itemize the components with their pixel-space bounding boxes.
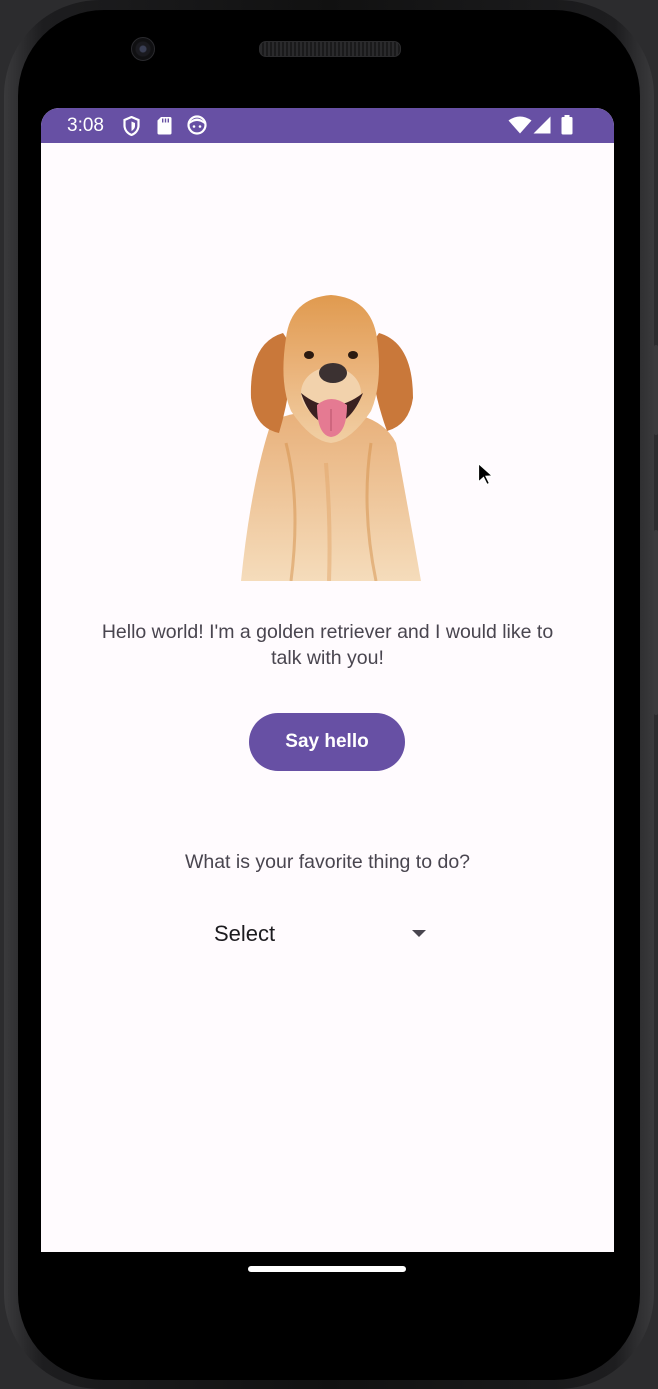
home-gesture-bar[interactable] bbox=[248, 1266, 406, 1272]
favorite-activity-select[interactable]: Select bbox=[201, 913, 441, 955]
main-content: Hello world! I'm a golden retriever and … bbox=[41, 143, 614, 1252]
volume-button bbox=[654, 345, 658, 435]
sd-card-icon bbox=[157, 116, 172, 140]
say-hello-button[interactable]: Say hello bbox=[249, 713, 405, 771]
earpiece-speaker bbox=[259, 41, 401, 57]
front-camera bbox=[131, 37, 155, 61]
golden-retriever-image bbox=[231, 293, 431, 582]
battery-icon bbox=[561, 115, 573, 140]
shield-icon bbox=[123, 115, 140, 141]
status-bar: 3:08 bbox=[41, 108, 614, 143]
power-button bbox=[654, 530, 658, 715]
face-icon bbox=[187, 115, 207, 140]
dropdown-arrow-icon bbox=[412, 930, 426, 937]
intro-text: Hello world! I'm a golden retriever and … bbox=[101, 621, 554, 669]
app-screen: 3:08 Hello world! I'm a golden retriever… bbox=[41, 108, 614, 1252]
select-value: Select bbox=[214, 921, 276, 946]
status-time: 3:08 bbox=[67, 115, 104, 136]
mouse-pointer-icon bbox=[477, 462, 495, 491]
cell-signal-icon bbox=[532, 116, 551, 139]
favorite-question: What is your favorite thing to do? bbox=[184, 851, 471, 873]
wifi-icon bbox=[508, 116, 532, 139]
